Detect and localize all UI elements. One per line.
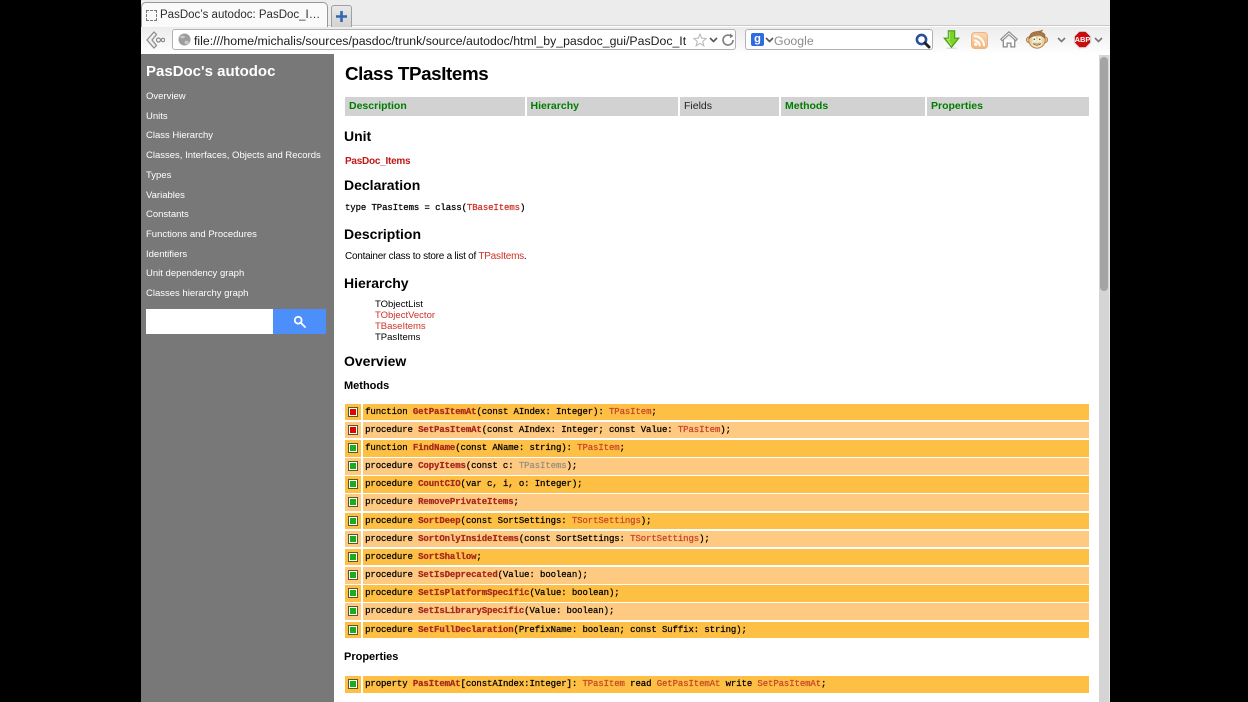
svg-text:ABP: ABP <box>1075 35 1091 44</box>
